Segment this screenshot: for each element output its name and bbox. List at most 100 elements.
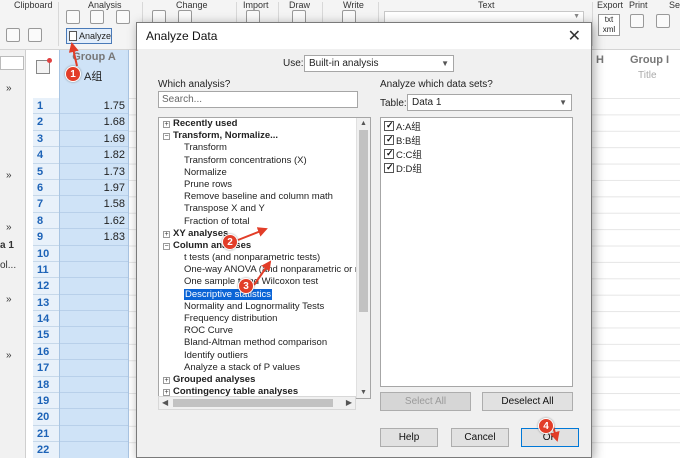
tree-item[interactable]: Normality and Lognormality Tests (163, 301, 355, 313)
row-number[interactable]: 12 (33, 278, 59, 295)
tree-item[interactable]: Analyze a stack of P values (163, 362, 355, 374)
tree-item[interactable]: Bland-Altman method comparison (163, 337, 355, 349)
row-number[interactable]: 4 (33, 147, 59, 164)
column-h-header[interactable]: H (596, 54, 604, 66)
dataset-item[interactable]: B:B组 (384, 133, 421, 147)
scrollbar-thumb[interactable] (173, 399, 333, 407)
row-number[interactable]: 15 (33, 327, 59, 344)
collapse-icon[interactable]: − (163, 133, 170, 141)
close-icon[interactable]: ✕ (568, 26, 581, 46)
tree-item[interactable]: One-way ANOVA (and nonparametric or mi (163, 264, 365, 276)
deselect-all-button[interactable]: Deselect All (482, 392, 573, 411)
analysis-icon[interactable] (66, 10, 80, 24)
cell-value[interactable] (60, 278, 128, 295)
tree-category[interactable]: − Transform, Normalize... (163, 130, 355, 142)
table-format-icon[interactable] (36, 58, 52, 74)
analyze-button[interactable]: Analyze (66, 28, 112, 44)
cell-value[interactable]: 1.83 (60, 229, 128, 246)
scroll-up-icon[interactable]: ▲ (360, 120, 367, 127)
row-number[interactable]: 19 (33, 393, 59, 410)
row-number[interactable]: 3 (33, 130, 59, 148)
row-number[interactable]: 13 (33, 294, 59, 312)
copy-icon[interactable] (6, 28, 20, 42)
cell-value[interactable]: 1.69 (60, 131, 128, 148)
row-number[interactable]: 9 (33, 229, 59, 246)
cell-value[interactable] (60, 344, 128, 361)
cell-value[interactable] (60, 393, 128, 410)
row-number[interactable]: 1 (33, 98, 59, 115)
row-number[interactable]: 16 (33, 343, 59, 361)
row-number[interactable]: 7 (33, 196, 59, 213)
print-icon[interactable] (630, 14, 644, 28)
row-number[interactable]: 6 (33, 179, 59, 197)
navigator-expand[interactable]: » (6, 83, 12, 94)
dataset-item[interactable]: D:D组 (384, 161, 422, 175)
dataset-item[interactable]: C:C组 (384, 147, 422, 161)
expand-icon[interactable]: + (163, 230, 170, 238)
navigator-item-label[interactable]: ol... (0, 260, 16, 271)
cell-value[interactable]: 1.68 (60, 114, 128, 131)
cell-value[interactable] (60, 409, 128, 426)
row-number[interactable]: 11 (33, 261, 59, 279)
cell-value[interactable] (60, 360, 128, 377)
use-select[interactable]: Built-in analysis ▼ (304, 55, 454, 72)
row-number[interactable]: 2 (33, 114, 59, 131)
cell-value[interactable] (60, 327, 128, 344)
tree-item[interactable]: Remove baseline and column math (163, 191, 355, 203)
navigator-item-label[interactable]: a 1 (0, 240, 14, 251)
search-input[interactable] (158, 91, 358, 108)
navigator-expand[interactable]: » (6, 222, 12, 233)
navigator-expand[interactable]: » (6, 170, 12, 181)
paste-icon[interactable] (28, 28, 42, 42)
expand-icon[interactable]: + (163, 376, 170, 384)
collapse-icon[interactable]: − (163, 242, 170, 250)
navigator-dropdown[interactable] (0, 56, 24, 70)
tree-item[interactable]: Transform concentrations (X) (163, 155, 355, 167)
email-icon[interactable] (656, 14, 670, 28)
row-number[interactable]: 14 (33, 311, 59, 328)
column-a-header[interactable]: Group A (60, 50, 128, 65)
row-number[interactable]: 17 (33, 360, 59, 377)
row-number[interactable]: 18 (33, 376, 59, 394)
tree-item[interactable]: Transpose X and Y (163, 203, 355, 215)
column-group-a[interactable]: Group A A组 1.75 1.68 1.69 1.82 1.73 1.97 1.58 1… (59, 50, 129, 458)
cell-value[interactable]: 1.58 (60, 196, 128, 213)
tree-category[interactable]: − Column analyses (163, 240, 355, 252)
tree-item[interactable]: t tests (and nonparametric tests) (163, 252, 355, 264)
graph-icon[interactable] (116, 10, 130, 24)
tree-category[interactable]: + Recently used (163, 118, 355, 130)
column-a-title[interactable]: A组 (84, 68, 102, 84)
export-txt-icon[interactable]: txt xml (598, 14, 620, 36)
cell-value[interactable]: 1.75 (60, 98, 128, 115)
cell-value[interactable]: 1.82 (60, 147, 128, 164)
table-select[interactable]: Data 1 ▼ (407, 94, 572, 111)
scrollbar-thumb[interactable] (359, 130, 368, 312)
select-all-button[interactable]: Select All (380, 392, 471, 411)
scroll-down-icon[interactable]: ▼ (360, 389, 367, 396)
cell-value[interactable]: 1.62 (60, 213, 128, 230)
cell-value[interactable] (60, 311, 128, 328)
results-icon[interactable] (90, 10, 104, 24)
scroll-right-icon[interactable]: ▶ (346, 398, 352, 407)
analysis-tree[interactable]: + Recently used − Transform, Normalize... Tr… (158, 117, 371, 399)
row-number[interactable]: 21 (33, 425, 59, 443)
tree-item[interactable]: Identify outliers (163, 350, 355, 362)
dataset-checkbox[interactable] (384, 119, 394, 132)
cancel-button[interactable]: Cancel (451, 428, 509, 447)
column-i-header[interactable]: Group I (630, 54, 669, 66)
navigator-expand[interactable]: » (6, 350, 12, 361)
help-button[interactable]: Help (380, 428, 438, 447)
expand-icon[interactable]: + (163, 121, 170, 128)
dataset-checkbox[interactable] (384, 161, 394, 174)
tree-item[interactable]: ROC Curve (163, 325, 355, 337)
cell-value[interactable] (60, 295, 128, 312)
cell-value[interactable] (60, 246, 128, 262)
row-number[interactable]: 22 (33, 442, 59, 458)
tree-item[interactable]: One sample t and Wilcoxon test (163, 276, 355, 288)
cell-value[interactable]: 1.73 (60, 164, 128, 180)
tree-item[interactable]: Normalize (163, 167, 355, 179)
tree-category[interactable]: + Grouped analyses (163, 374, 355, 386)
dataset-checkbox[interactable] (384, 147, 394, 160)
row-number[interactable]: 5 (33, 163, 59, 180)
cell-value[interactable] (60, 377, 128, 394)
